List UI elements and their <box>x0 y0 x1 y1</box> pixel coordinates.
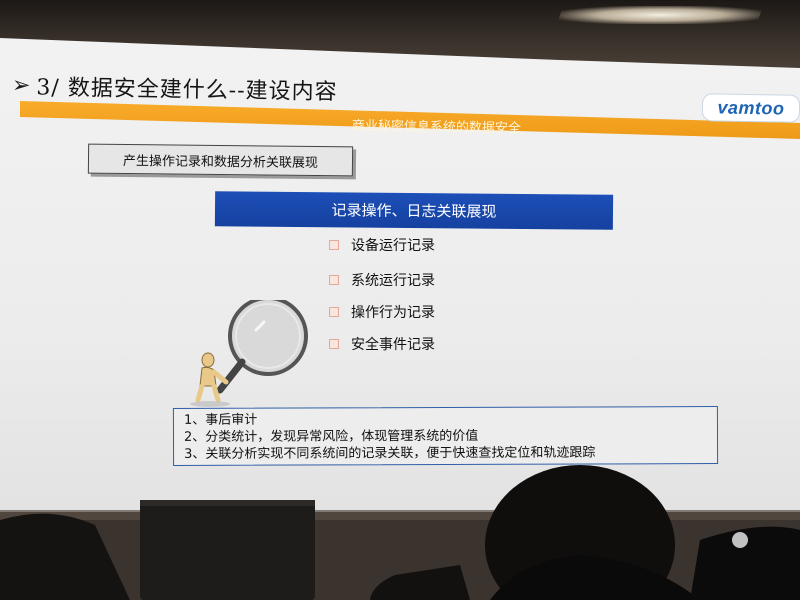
audience-foreground <box>0 465 800 600</box>
monitor-back <box>140 500 315 600</box>
